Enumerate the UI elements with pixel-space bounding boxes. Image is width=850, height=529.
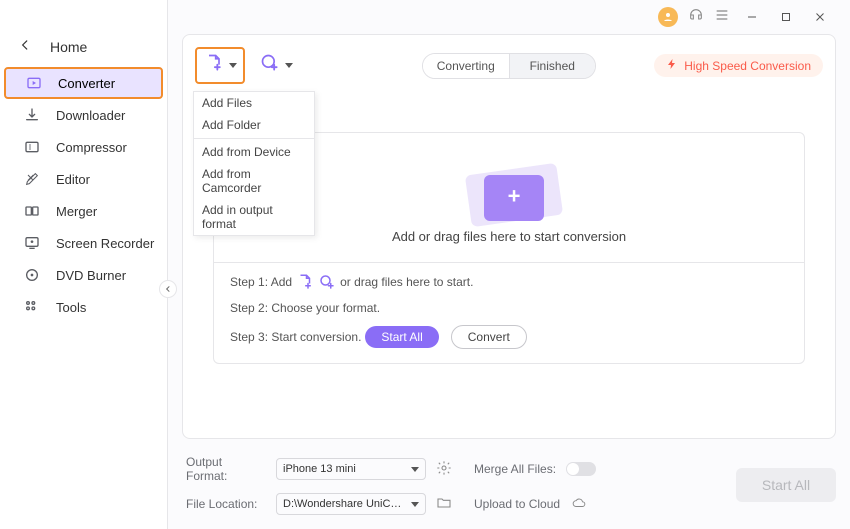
add-url-icon [259,53,281,78]
chevron-down-icon [411,467,419,472]
high-speed-conversion-badge[interactable]: High Speed Conversion [654,54,823,77]
screen-recorder-icon [22,235,42,251]
tab-converting[interactable]: Converting [423,54,510,78]
sidebar-item-merger[interactable]: Merger [0,195,167,227]
converter-icon [24,75,44,91]
sidebar-item-label: Compressor [56,140,127,155]
sidebar-item-compressor[interactable]: Compressor [0,131,167,163]
menu-add-folder[interactable]: Add Folder [194,114,314,136]
settings-gear-icon[interactable] [436,460,452,479]
tools-icon [22,299,42,315]
downloader-icon [22,107,42,123]
titlebar [182,0,836,34]
sidebar-item-label: Screen Recorder [56,236,154,251]
tab-finished[interactable]: Finished [510,54,596,78]
convert-button[interactable]: Convert [451,325,527,349]
bolt-icon [666,58,678,73]
home-label: Home [50,39,87,55]
output-format-value: iPhone 13 mini [283,463,356,475]
add-file-icon [203,53,225,78]
add-file-split-button[interactable] [195,47,245,84]
compressor-icon [22,139,42,155]
drop-instruction-text: Add or drag files here to start conversi… [392,229,626,244]
menu-separator [194,138,314,139]
add-url-split-button[interactable] [253,47,299,84]
nav-home[interactable]: Home [0,32,167,67]
step-2-line: Step 2: Choose your format. [230,301,788,315]
file-location-select[interactable]: D:\Wondershare UniConverter 1 [276,493,426,515]
start-all-button[interactable]: Start All [365,326,438,348]
start-all-footer-button[interactable]: Start All [736,468,836,502]
sidebar-item-editor[interactable]: Editor [0,163,167,195]
dvd-burner-icon [22,267,42,283]
file-location-row: File Location: D:\Wondershare UniConvert… [186,493,596,515]
support-icon[interactable] [688,7,704,28]
start-all-footer-label: Start All [762,477,810,493]
add-file-icon[interactable] [296,273,314,291]
output-format-row: Output Format: iPhone 13 mini Merge All … [186,455,596,483]
window-minimize-button[interactable] [740,5,764,29]
upload-cloud-label: Upload to Cloud [474,497,560,511]
sidebar-item-label: Merger [56,204,97,219]
chevron-down-icon [411,502,419,507]
file-location-value: D:\Wondershare UniConverter 1 [283,498,403,510]
merge-all-files-toggle[interactable] [566,462,596,476]
sidebar-item-label: Converter [58,76,115,91]
file-location-label: File Location: [186,497,266,511]
menu-add-in-output-format[interactable]: Add in output format [194,199,314,235]
menu-add-from-device[interactable]: Add from Device [194,141,314,163]
sidebar: Home Converter Downloader Compressor Edi [0,0,168,529]
sidebar-item-label: Editor [56,172,90,187]
footer-bar: Output Format: iPhone 13 mini Merge All … [182,455,836,515]
converter-panel: Converting Finished High Speed Conversio… [182,34,836,439]
main-area: Converting Finished High Speed Conversio… [168,0,850,529]
chevron-down-icon [285,63,293,68]
menu-add-from-camcorder[interactable]: Add from Camcorder [194,163,314,199]
sidebar-item-screen-recorder[interactable]: Screen Recorder [0,227,167,259]
step-1-line: Step 1: Add or drag files here to start. [230,273,788,291]
output-format-select[interactable]: iPhone 13 mini [276,458,426,480]
editor-icon [22,171,42,187]
add-file-dropdown: Add Files Add Folder Add from Device Add… [193,91,315,236]
steps-area: Step 1: Add or drag files here to start.… [214,262,804,363]
user-avatar-icon[interactable] [658,7,678,27]
step-3-text: Step 3: Start conversion. [230,330,361,344]
sidebar-item-label: Downloader [56,108,125,123]
sidebar-item-label: Tools [56,300,86,315]
cloud-icon[interactable] [570,496,588,513]
sidebar-item-tools[interactable]: Tools [0,291,167,323]
hamburger-menu-icon[interactable] [714,7,730,28]
add-url-icon[interactable] [318,273,336,291]
open-folder-icon[interactable] [436,495,452,514]
sidebar-item-downloader[interactable]: Downloader [0,99,167,131]
merger-icon [22,203,42,219]
step-1-suffix: or drag files here to start. [340,275,473,289]
sidebar-item-label: DVD Burner [56,268,126,283]
window-close-button[interactable] [808,5,832,29]
window-maximize-button[interactable] [774,5,798,29]
sidebar-item-converter[interactable]: Converter [4,67,163,99]
sidebar-item-dvd-burner[interactable]: DVD Burner [0,259,167,291]
hsc-label: High Speed Conversion [684,59,811,73]
chevron-down-icon [229,63,237,68]
add-folder-icon [464,157,554,221]
panel-top-row: Converting Finished High Speed Conversio… [183,35,835,96]
menu-add-files[interactable]: Add Files [194,92,314,114]
step-1-prefix: Step 1: Add [230,275,292,289]
status-segment-control: Converting Finished [422,53,596,79]
back-icon [18,38,50,55]
output-format-label: Output Format: [186,455,266,483]
step-3-line: Step 3: Start conversion. Start All Conv… [230,325,788,349]
merge-all-files-label: Merge All Files: [474,462,556,476]
